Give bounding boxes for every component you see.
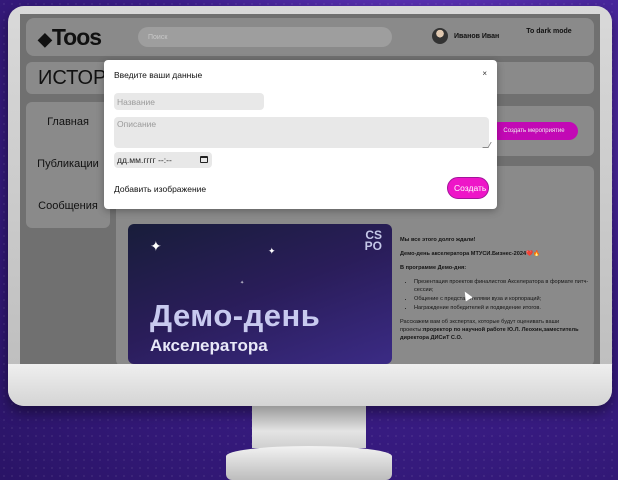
sidebar-item-home[interactable]: Главная — [26, 116, 110, 128]
post-headline: Демо-день акселератора МТУСИ.Бизнес-2024… — [400, 251, 540, 257]
star-icon: ✦ — [268, 246, 276, 256]
image-subtitle: Акселератора — [150, 336, 268, 355]
dark-mode-toggle[interactable]: To dark mode — [524, 27, 574, 37]
datetime-value: дд.мм.гггг --:-- — [117, 155, 172, 165]
sidebar: Главная Публикации Сообщения — [26, 102, 110, 228]
user-profile[interactable]: Иванов Иван — [432, 28, 499, 44]
post-image[interactable]: ✦ ✦ ✦ CS PO Демо-день Акселератора — [128, 224, 392, 364]
cspo-line-2: PO — [364, 239, 382, 253]
cspo-logo: CS PO — [364, 229, 382, 253]
description-input[interactable] — [114, 117, 489, 148]
sidebar-item-publications[interactable]: Публикации — [26, 158, 110, 170]
monitor-stand-base — [226, 446, 392, 480]
create-item-modal: Введите ваши данные × дд.мм.гггг --:-- Д… — [104, 60, 497, 209]
diamond-logo-icon: ◆ — [38, 29, 52, 49]
calendar-icon[interactable] — [200, 156, 208, 163]
post-text: Мы все этого долго ждали! Демо-день аксе… — [400, 236, 590, 348]
program-list: Презентация проектов финалистов Акселера… — [400, 278, 590, 312]
list-item: Награждение победителей и подведение ито… — [414, 304, 590, 312]
modal-title: Введите ваши данные — [114, 70, 203, 80]
datetime-input[interactable]: дд.мм.гггг --:-- — [114, 152, 212, 168]
create-event-button[interactable]: Создать мероприятие — [490, 122, 578, 140]
create-event-panel: Создать мероприятие — [480, 106, 594, 156]
monitor-chin — [8, 364, 612, 406]
monitor-stand-neck — [252, 406, 366, 448]
close-icon[interactable]: × — [482, 69, 487, 78]
name-input[interactable] — [114, 93, 264, 110]
expert-names: проректор по научной работе Ю.Л. Леохин,… — [400, 327, 579, 341]
app-header: ◆Toos Иванов Иван To dark mode — [26, 18, 594, 56]
search-input[interactable] — [138, 27, 392, 47]
list-item: Общение с представителями вуза и корпора… — [414, 295, 590, 303]
resize-handle-icon[interactable] — [482, 142, 492, 148]
avatar — [432, 28, 448, 44]
user-name: Иванов Иван — [454, 32, 500, 40]
image-title: Демо-день — [150, 298, 321, 333]
star-icon: ✦ — [240, 280, 245, 286]
logo-text: Toos — [51, 24, 102, 50]
sidebar-item-messages[interactable]: Сообщения — [26, 200, 110, 212]
list-item: Презентация проектов финалистов Акселера… — [414, 278, 590, 294]
program-heading: В программе Демо-дня: — [400, 265, 467, 271]
add-image-link[interactable]: Добавить изображение — [114, 184, 206, 194]
post-intro: Мы все этого долго ждали! — [400, 237, 476, 243]
app-logo[interactable]: ◆Toos — [38, 24, 102, 51]
star-icon: ✦ — [150, 238, 162, 254]
create-button[interactable]: Создать — [447, 177, 489, 199]
